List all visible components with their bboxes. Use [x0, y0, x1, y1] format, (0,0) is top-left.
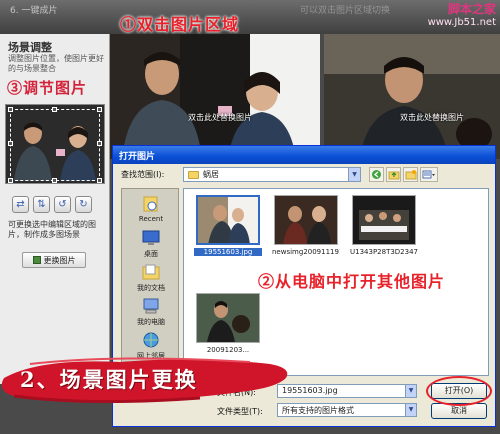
back-icon[interactable]	[369, 167, 384, 182]
scene-right-hint: 双击此处替换图片	[400, 113, 464, 122]
places-bar: Recent 桌面 我的文档 我的电脑 网上邻居	[121, 188, 179, 376]
up-folder-icon[interactable]	[386, 167, 401, 182]
resize-handle[interactable]	[52, 107, 57, 112]
look-in-select[interactable]: 蜗居 ▼	[183, 167, 361, 182]
new-folder-icon[interactable]	[403, 167, 418, 182]
watermark-line-2: www.Jb51.net	[427, 17, 496, 28]
resize-handle[interactable]	[97, 178, 102, 183]
open-button-highlight	[426, 376, 492, 406]
scene-photo-left[interactable]: 双击此处替换图片	[110, 34, 320, 159]
resize-handle[interactable]	[97, 107, 102, 112]
file-name: newsimg2009111911...	[272, 248, 340, 256]
place-label: 我的电脑	[137, 318, 165, 326]
my-computer-icon	[143, 298, 159, 314]
flip-vertical-icon[interactable]: ⇅	[33, 196, 50, 213]
place-label: 我的文档	[137, 284, 165, 292]
scene-right-image	[324, 34, 500, 159]
file-item[interactable]: newsimg2009111911...	[272, 195, 340, 256]
site-watermark: 脚本之家 www.Jb51.net	[400, 3, 496, 29]
file-thumbnail	[196, 195, 260, 245]
resize-handle[interactable]	[8, 107, 13, 112]
banner-text: 2、场景图片更换	[20, 367, 198, 392]
adjust-preview[interactable]	[5, 104, 105, 184]
adjust-selection-box[interactable]	[10, 109, 100, 181]
panel-title: 场景调整	[8, 41, 52, 54]
annotation-step-2: ②从电脑中打开其他图片	[258, 272, 446, 291]
look-in-value: 蜗居	[203, 170, 219, 179]
folder-icon	[188, 170, 199, 179]
resize-handle[interactable]	[8, 178, 13, 183]
annotation-step-1: ①双击图片区域	[120, 15, 240, 34]
place-recent[interactable]: Recent	[124, 195, 178, 223]
top-title-right: 可以双击图片区域切换	[300, 6, 391, 16]
file-item[interactable]: 19551603.jpg	[194, 195, 262, 256]
scene-left-hint: 双击此处替换图片	[188, 113, 252, 122]
flip-horizontal-icon[interactable]: ⇄	[12, 196, 29, 213]
file-name: 19551603.jpg	[194, 248, 262, 256]
resize-handle[interactable]	[52, 178, 57, 183]
recent-icon	[143, 196, 158, 212]
rotate-left-icon[interactable]: ↺	[54, 196, 71, 213]
file-item[interactable]: 20091203...	[194, 293, 262, 354]
file-thumbnail	[274, 195, 338, 245]
replace-image-label: 更换图片	[43, 255, 76, 265]
place-label: Recent	[138, 215, 164, 223]
adjust-toolbar: ⇄ ⇅ ↺ ↻	[12, 196, 92, 213]
look-in-label: 查找范围(I):	[121, 170, 165, 179]
place-desktop[interactable]: 桌面	[124, 229, 178, 259]
file-thumbnail	[352, 195, 416, 245]
picture-icon	[32, 256, 41, 264]
my-documents-icon	[142, 264, 160, 280]
file-thumbnail	[196, 293, 260, 343]
watermark-line-1: 脚本之家	[447, 2, 496, 16]
desktop-icon	[142, 230, 160, 245]
replace-tip: 可更换选中编辑区域的图片，制作成多图场景	[8, 220, 96, 239]
place-label: 桌面	[144, 250, 158, 258]
chevron-down-icon[interactable]: ▼	[405, 404, 416, 416]
file-name: U1343P28T3D234703...	[350, 248, 418, 256]
step-banner: 2、场景图片更换	[0, 352, 300, 408]
place-my-documents[interactable]: 我的文档	[124, 263, 178, 293]
chevron-down-icon[interactable]: ▼	[405, 385, 416, 397]
annotation-step-3: ③调节图片	[7, 79, 88, 97]
scene-photo-right[interactable]: 双击此处替换图片	[324, 34, 500, 159]
place-my-computer[interactable]: 我的电脑	[124, 297, 178, 327]
panel-description: 调整图片位置，使图片更好的与场景整合	[8, 54, 104, 73]
chevron-down-icon[interactable]: ▼	[348, 168, 360, 181]
dialog-title: 打开图片	[113, 146, 495, 164]
resize-handle[interactable]	[8, 141, 13, 146]
view-menu-icon[interactable]	[420, 167, 438, 182]
resize-handle[interactable]	[97, 141, 102, 146]
top-title-left: 6. 一键成片	[10, 6, 58, 16]
network-icon	[143, 332, 159, 348]
file-item[interactable]: U1343P28T3D234703...	[350, 195, 418, 256]
scene-left-image	[110, 34, 320, 159]
rotate-right-icon[interactable]: ↻	[75, 196, 92, 213]
replace-image-button[interactable]: 更换图片	[22, 252, 86, 268]
